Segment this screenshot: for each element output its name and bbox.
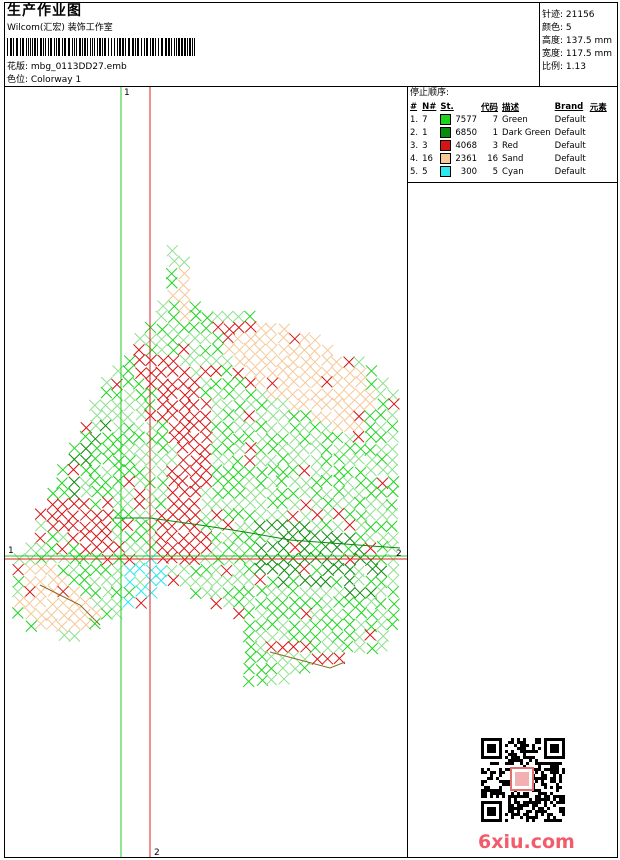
legend-header-6: 元素 [589,103,607,113]
legend-header-2: St. [440,102,454,112]
axis-left-label: 1 [8,546,14,556]
color-swatch [440,127,452,138]
legend-bottom-rule [407,182,618,183]
color-swatch [440,153,452,164]
legend-row: 1. 7 7577 7 Green Default [408,113,609,126]
axis-bottom-label: 2 [154,848,160,858]
legend-needle: 3 [422,140,428,151]
legend-code: 5 [492,166,499,177]
color-count: 颜色: 5 [542,23,572,33]
legend-needle: 1 [422,127,428,138]
legend-swatch [438,126,453,139]
legend-stitches: 4068 [455,140,478,151]
legend-description: Green [502,114,528,125]
legend-header-5: Brand [554,102,584,112]
qr-code [481,738,565,822]
legend-row: 2. 1 6850 1 Dark Green Default [408,126,609,139]
legend-swatch [438,165,453,178]
legend-stitches: 300 [460,166,478,177]
stop-sequence-title: 停止顺序: [410,88,450,98]
legend-index: 2. [410,127,419,138]
axis-right-label: 2 [396,549,402,559]
legend-description: Cyan [502,166,524,177]
legend-header-0: # [410,102,418,112]
legend-description: Red [502,140,519,151]
legend-swatch [438,113,453,126]
legend-brand: Default [554,140,586,151]
color-legend-table: # N# St. 代码 描述 Brand 元素 1. 7 7577 7 Green Default 2.… [408,101,609,178]
legend-description: Dark Green [502,127,551,138]
colorway: 色位: Colorway 1 [7,75,82,85]
legend-header-1: N# [422,102,437,112]
color-swatch [440,114,452,125]
watermark-logo: 6xiu.com [478,831,575,853]
axis-top-label: 1 [124,88,130,98]
design-height: 高度: 137.5 mm [542,36,613,46]
design-file: 花版: mbg_0113DD27.emb [7,62,127,72]
color-swatch [440,166,452,177]
legend-swatch [438,139,453,152]
stitch-preview [5,87,407,857]
legend-description: Sand [502,153,524,164]
legend-divider [407,86,408,858]
legend-index: 1. [410,114,419,125]
stats-divider [539,2,540,87]
legend-code: 7 [492,114,499,125]
page-title: 生产作业图 [7,3,82,19]
color-swatch [440,140,452,151]
company-name: Wilcom(汇宏) 装饰工作室 [7,23,113,33]
legend-stitches: 6850 [455,127,478,138]
legend-index: 5. [410,166,419,177]
legend-stitches: 7577 [455,114,478,125]
legend-row: 3. 3 4068 3 Red Default [408,139,609,152]
stitch-count: 针迹: 21156 [542,10,595,20]
legend-header-4: 描述 [502,103,520,113]
legend-code: 16 [487,153,499,164]
legend-index: 4. [410,153,419,164]
legend-needle: 5 [422,166,428,177]
legend-row: 5. 5 300 5 Cyan Default [408,165,609,178]
legend-brand: Default [554,114,586,125]
design-scale: 比例: 1.13 [542,62,586,72]
legend-brand: Default [554,153,586,164]
legend-needle: 16 [422,153,433,164]
legend-code: 1 [492,127,499,138]
design-width: 宽度: 117.5 mm [542,49,613,59]
legend-code: 3 [492,140,499,151]
legend-swatch [438,152,453,165]
legend-index: 3. [410,140,419,151]
barcode [7,38,195,56]
legend-stitches: 2361 [455,153,478,164]
legend-header-3: 代码 [481,103,499,113]
legend-brand: Default [554,127,586,138]
legend-brand: Default [554,166,586,177]
legend-row: 4. 16 2361 16 Sand Default [408,152,609,165]
legend-needle: 7 [422,114,428,125]
